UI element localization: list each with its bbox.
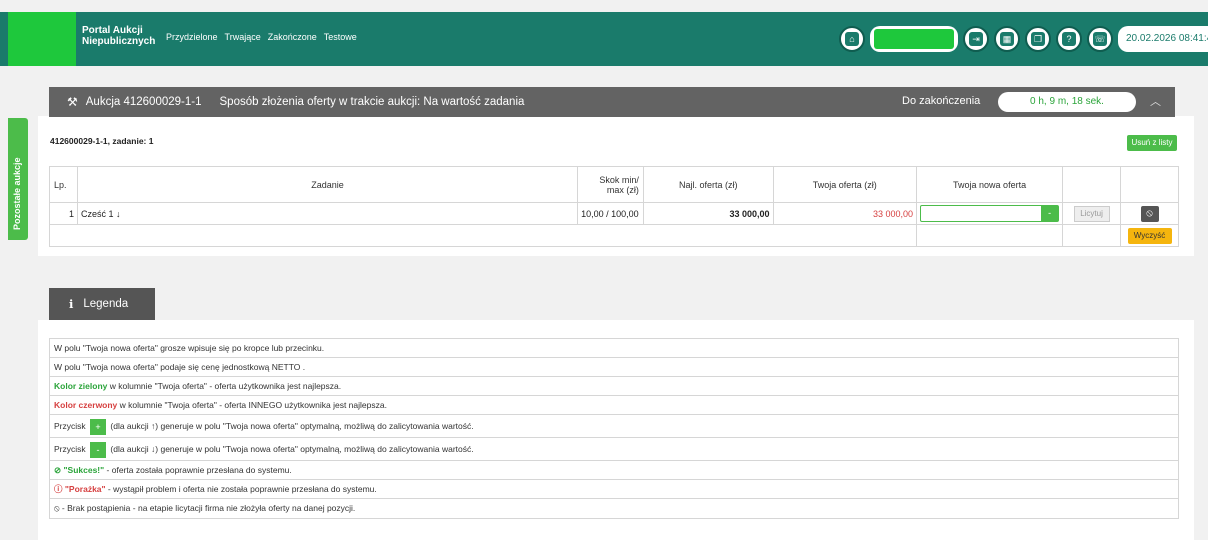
calculator-icon: ▦ [1000,32,1014,46]
row-task[interactable]: Cześć 1 ↓ [76,202,579,225]
bids-table: Lp. Zadanie Skok min/ max (zł) Najl. ofe… [48,166,1179,247]
row-noop-cell: ⦸ [1120,202,1179,225]
home-icon: ⌂ [845,32,859,46]
hammer-icon: ⚒ [67,95,78,109]
user-name-block [874,29,954,49]
row-step: 10,00 / 100,00 [577,202,644,225]
remove-from-list-button[interactable]: Usuń z listy [1127,135,1177,151]
legend-item: W polu "Twoja nowa oferta" grosze wpisuj… [50,339,1178,358]
nav-ongoing[interactable]: Trwające [225,32,261,42]
legend-header[interactable]: ℹ Legenda [49,288,155,320]
nav-assigned[interactable]: Przydzielone [166,32,218,42]
col-step: Skok min/ max (zł) [577,166,644,203]
legend-item: ⓘ "Porażka" - wystąpił problem i oferta … [50,480,1178,499]
info-icon: ℹ [69,299,74,311]
col-bid [1062,166,1121,203]
legend-item: Przycisk + (dla aukcji ↑) generuje w pol… [50,415,1178,438]
success-icon: ⊘ [54,465,62,475]
clear-button[interactable]: Wyczyść [1127,227,1172,244]
legend-item: ⊘ "Sukces!" - oferta została poprawnie p… [50,461,1178,480]
col-task: Zadanie [76,166,579,203]
main-nav: Przydzielone Trwające Zakończone Testowe [166,32,357,42]
help-button[interactable]: ? [1056,26,1082,52]
table-row: 1 Cześć 1 ↓ 10,00 / 100,00 33 000,00 33 … [49,202,1179,225]
row-lp: 1 [49,202,78,225]
no-bid-icon[interactable]: ⦸ [1140,205,1159,222]
bid-button[interactable]: Licytuj [1073,205,1110,222]
auction-title: Aukcja 412600029-1-1 [85,96,202,108]
user-menu[interactable] [870,26,958,52]
logout-icon: ⇥ [969,32,983,46]
calculator-button[interactable]: ▦ [994,26,1020,52]
legend-item: Przycisk - (dla aukcji ↓) generuje w pol… [50,438,1178,461]
legend-item: W polu "Twoja nowa oferta" podaje się ce… [50,358,1178,377]
row-new-offer-cell: - [916,202,1064,225]
col-lp: Lp. [49,166,78,203]
plus-icon: + [90,418,107,435]
top-icons: ⌂ ⇥ ▦ ❐ ? ☏ 20.02.2026 08:41:4 [839,26,1208,52]
book-icon: ❐ [1031,32,1045,46]
legend-item: ⦸ - Brak postąpienia - na etapie licytac… [54,503,356,513]
legend-item: Kolor czerwony w kolumnie "Twoja oferta"… [50,396,1178,415]
error-icon: ⓘ [54,484,63,494]
col-best-offer: Najl. oferta (zł) [642,166,774,203]
nav-finished[interactable]: Zakończone [268,32,317,42]
other-auctions-label: Pozostałe aukcje [12,157,22,230]
logo[interactable] [8,12,76,66]
manual-button[interactable]: ❐ [1025,26,1051,52]
portal-title: Portal Aukcji Niepublicznych [82,25,156,47]
minus-icon: - [90,441,107,458]
auction-mode: Sposób złożenia oferty w trakcie aukcji:… [219,96,525,108]
col-your-offer: Twoja oferta (zł) [772,166,918,203]
legend-list: W polu "Twoja nowa oferta" grosze wpisuj… [49,338,1179,519]
nav-test[interactable]: Testowe [324,32,357,42]
task-title: 412600029-1-1, zadanie: 1 [50,136,154,146]
phone-icon: ☏ [1093,32,1107,46]
deadline-label: Do zakończenia [902,95,981,107]
countdown-timer: 0 h, 9 m, 18 sek. [998,92,1136,112]
row-bid-cell: Licytuj [1062,202,1121,225]
datetime: 20.02.2026 08:41:4 [1118,26,1208,52]
table-header-row: Lp. Zadanie Skok min/ max (zł) Najl. ofe… [49,166,1179,203]
row-best-offer: 33 000,00 [642,202,774,225]
new-offer-input[interactable]: - [920,205,1060,222]
logout-button[interactable]: ⇥ [963,26,989,52]
row-your-offer: 33 000,00 [772,202,918,225]
legend-title: Legenda [83,298,129,310]
chevron-up-icon[interactable]: ︿ [1150,93,1161,109]
other-auctions-tab[interactable]: Pozostałe aukcje [8,118,28,240]
help-icon: ? [1062,32,1076,46]
col-new-offer: Twoja nowa oferta [916,166,1064,203]
legend-item: Kolor zielony w kolumnie "Twoja oferta" … [50,377,1178,396]
step-down-button[interactable]: - [1041,206,1059,221]
col-action [1120,166,1179,203]
auction-header: ⚒ Aukcja 412600029-1-1 Sposób złożenia o… [49,87,1175,117]
phone-button[interactable]: ☏ [1087,26,1113,52]
table-footer-row: Wyczyść [48,224,1179,247]
home-button[interactable]: ⌂ [839,26,865,52]
